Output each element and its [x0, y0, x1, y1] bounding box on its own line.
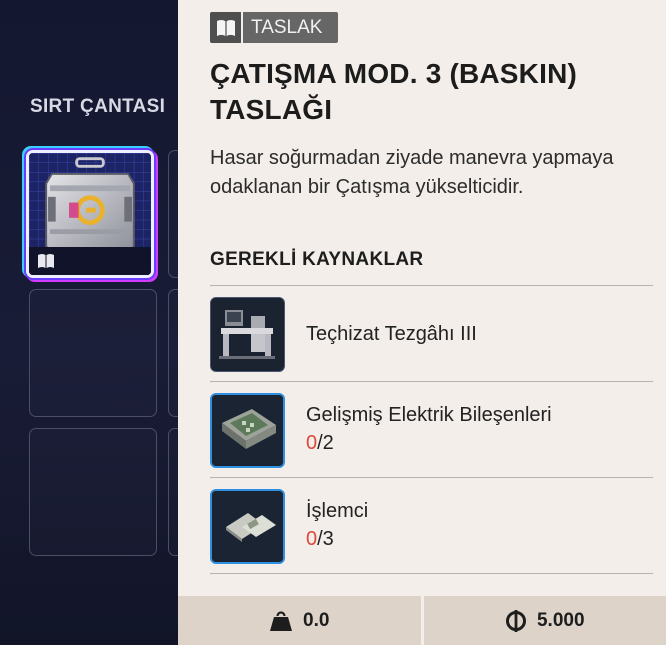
workbench-icon	[211, 298, 283, 370]
book-icon	[216, 19, 235, 36]
backpack-title: SIRT ÇANTASI	[30, 96, 166, 117]
requirement-name: Teçhizat Tezgâhı III	[306, 323, 477, 345]
requirements-header: GEREKLİ KAYNAKLAR	[210, 249, 424, 270]
requirement-need: /2	[317, 432, 334, 454]
weight-icon	[270, 610, 293, 631]
inventory-slot[interactable]	[29, 428, 157, 556]
weight-value: 0.0	[303, 609, 330, 631]
item-detail-panel: TASLAK ÇATIŞMA MOD. 3 (BASKIN) TASLAĞI H…	[178, 0, 666, 645]
currency-icon	[505, 609, 526, 632]
requirement-count: 0/3	[306, 528, 334, 551]
badge-label: TASLAK	[243, 12, 338, 43]
requirement-item: Gelişmiş Elektrik Bileşenleri 0/2	[210, 382, 653, 478]
electrical-components-icon	[212, 395, 283, 466]
requirement-name: Gelişmiş Elektrik Bileşenleri	[306, 404, 552, 426]
inventory-slot[interactable]	[29, 289, 157, 417]
requirement-count: 0/2	[306, 432, 334, 455]
backpack-panel: SIRT ÇANTASI	[0, 0, 180, 645]
item-title: ÇATIŞMA MOD. 3 (BASKIN) TASLAĞI	[210, 58, 578, 125]
processor-icon	[212, 491, 283, 562]
inventory-slot-selected[interactable]	[26, 150, 154, 278]
item-type-badge: TASLAK	[210, 12, 338, 43]
book-icon	[38, 254, 54, 268]
requirement-item: İşlemci 0/3	[210, 478, 653, 574]
item-description: Hasar soğurmadan ziyade manevra yapmaya …	[210, 147, 614, 198]
weight-display: 0.0	[178, 596, 421, 645]
price-display: 5.000	[424, 596, 666, 645]
requirement-item: Teçhizat Tezgâhı III	[210, 286, 653, 382]
price-value: 5.000	[536, 609, 585, 631]
requirement-need: /3	[317, 528, 334, 550]
item-footer: 0.0 5.000	[178, 596, 666, 645]
requirement-have: 0	[306, 432, 318, 454]
requirement-have: 0	[306, 528, 318, 550]
requirements-list: Teçhizat Tezgâhı III Gelişmiş Elektrik B…	[210, 285, 653, 574]
requirement-name: İşlemci	[306, 500, 369, 522]
